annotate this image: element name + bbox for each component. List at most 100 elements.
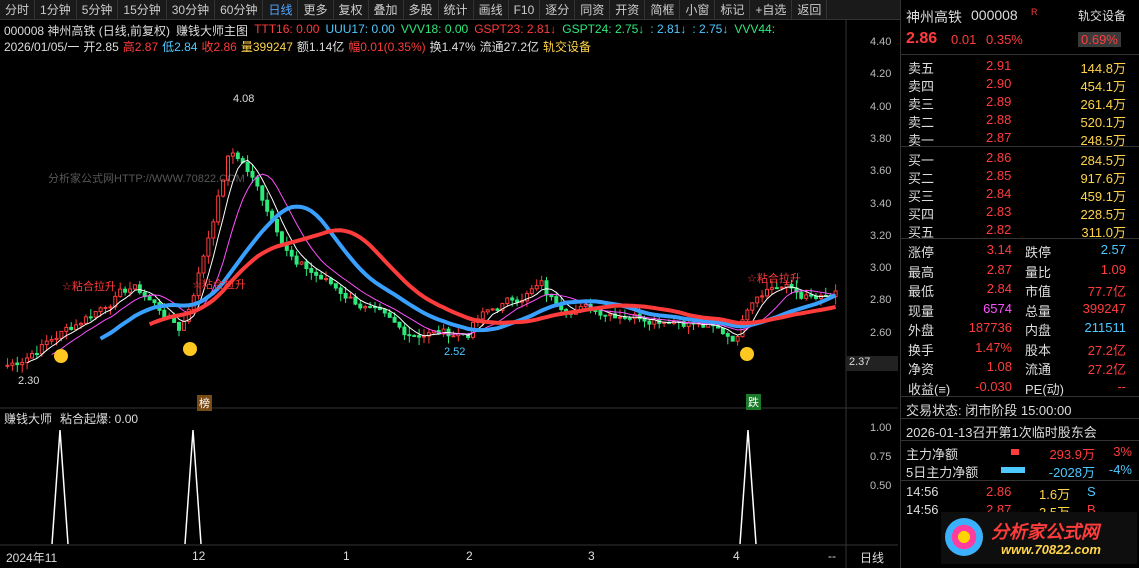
toolbar-item-18[interactable]: 小窗 (680, 0, 716, 20)
flow-value: -2028万 (1048, 465, 1095, 480)
stat-label: 现量 (908, 303, 935, 319)
stat-value: 1.08 (986, 359, 1012, 374)
candle-body (765, 288, 769, 297)
stat-value: 2.84 (986, 281, 1012, 296)
candle-body (74, 324, 79, 330)
stat-label: PE(动) (1025, 381, 1065, 397)
order-price: 2.85 (986, 168, 1012, 183)
toolbar-item-21[interactable]: 返回 (792, 0, 828, 20)
order-row[interactable]: 卖五 2.91 144.8万 (901, 57, 1139, 76)
stat-value: 211511 (1084, 320, 1126, 335)
candle-body (417, 335, 422, 338)
candle-body (608, 313, 613, 317)
order-row[interactable]: 买一 2.86 284.5万 (901, 149, 1139, 168)
candle-body (5, 364, 10, 367)
quote-flag: R (1031, 7, 1038, 17)
stat-label: 总量 (1025, 303, 1052, 319)
candle-body (294, 255, 299, 265)
period-label[interactable]: 日线 (860, 549, 884, 566)
candle-body (358, 303, 363, 309)
candle-body (603, 314, 608, 317)
flow-row: 主力净额 293.9万 3% (901, 443, 1139, 462)
watermark: 分析家公式网HTTP://WWW.70822.COM (48, 173, 245, 185)
kline-chart[interactable] (0, 20, 898, 568)
candle-body (314, 271, 319, 276)
candle-body (720, 327, 725, 335)
candle-body (108, 306, 113, 309)
spike (51, 429, 69, 545)
flow-label: 5日主力净额 (906, 465, 979, 480)
candle-body (59, 330, 64, 339)
candle-body (804, 294, 809, 299)
toolbar-item-7[interactable]: 更多 (298, 0, 334, 20)
stat-label: 跌停 (1025, 245, 1052, 260)
order-row[interactable]: 买五 2.82 311.0万 (901, 221, 1139, 240)
order-row[interactable]: 买三 2.84 459.1万 (901, 185, 1139, 204)
candle-body (769, 287, 774, 290)
toolbar-item-17[interactable]: 简框 (645, 0, 681, 20)
stat-value: 3.14 (986, 242, 1012, 257)
y-tick: 2.80 (870, 294, 892, 307)
toolbar-item-8[interactable]: 复权 (334, 0, 369, 20)
candle-body (20, 362, 25, 366)
toolbar-item-4[interactable]: 30分钟 (167, 0, 216, 20)
order-row[interactable]: 买四 2.83 228.5万 (901, 203, 1139, 222)
toolbar-item-13[interactable]: F10 (509, 0, 541, 20)
candle-body (309, 268, 314, 273)
stat-value: 187736 (968, 320, 1012, 335)
candle-body (539, 280, 544, 287)
toolbar-item-0[interactable]: 分时 (0, 0, 36, 20)
order-row[interactable]: 卖四 2.90 454.1万 (901, 75, 1139, 94)
candle-body (510, 297, 515, 301)
tick-time: 14:56 (906, 502, 939, 517)
low-label: 2.30 (18, 375, 40, 387)
sub-panel-title: 赚钱大师 粘合起爆: 0.00 (4, 410, 138, 427)
sub-y-tick: 0.75 (870, 451, 892, 463)
candle-body (304, 261, 309, 270)
toolbar-item-3[interactable]: 15分钟 (118, 0, 167, 20)
order-row[interactable]: 卖一 2.87 248.5万 (901, 129, 1139, 148)
toolbar-item-1[interactable]: 1分钟 (35, 0, 77, 20)
order-row[interactable]: 买二 2.85 917.6万 (901, 167, 1139, 186)
sector-name[interactable]: 轨交设备 (1078, 7, 1126, 24)
toolbar-item-6[interactable]: 日线 (263, 0, 299, 20)
candle-body (39, 344, 44, 355)
stat-row: 净资 1.08 流通 27.2亿 (901, 358, 1139, 377)
y-tick: 2.60 (870, 326, 892, 339)
candle-body (760, 295, 765, 298)
stat-row: 涨停 3.14 跌停 2.57 (901, 241, 1139, 260)
sub-title: 赚钱大师 (4, 412, 53, 426)
x-tick: 12 (192, 549, 206, 563)
toolbar-item-12[interactable]: 画线 (474, 0, 509, 20)
toolbar-item-14[interactable]: 逐分 (540, 0, 576, 20)
x-tick: 4 (733, 549, 740, 563)
toolbar-item-10[interactable]: 多股 (404, 0, 439, 20)
candle-body (593, 310, 598, 313)
toolbar-item-19[interactable]: 标记 (715, 0, 751, 20)
stat-row: 收益(≡) -0.030 PE(动) -- (901, 378, 1139, 397)
candle-body (750, 302, 755, 311)
order-row[interactable]: 卖二 2.88 520.1万 (901, 111, 1139, 130)
stat-value: 27.2亿 (1087, 342, 1126, 358)
stat-label: 收益(≡) (908, 381, 951, 397)
y-tick: 3.60 (870, 165, 892, 178)
candle-body (328, 278, 333, 285)
candle-body (15, 362, 20, 366)
toolbar-item-11[interactable]: 统计 (439, 0, 474, 20)
toolbar-item-5[interactable]: 60分钟 (215, 0, 264, 20)
toolbar-item-2[interactable]: 5分钟 (77, 0, 119, 20)
meeting-notice[interactable]: 2026-01-13召开第1次临时股东会 (901, 421, 1139, 440)
order-row[interactable]: 卖三 2.89 261.4万 (901, 93, 1139, 112)
candle-body (265, 199, 270, 212)
smile-icon (183, 342, 197, 356)
stat-label: 内盘 (1025, 323, 1052, 338)
quote-code: 000008 (971, 7, 1018, 23)
flow-bar (1001, 467, 1025, 473)
toolbar-item-15[interactable]: 同资 (575, 0, 611, 20)
stat-value: 1.09 (1100, 261, 1126, 277)
stat-value: 1.47% (975, 339, 1012, 355)
toolbar-item-20[interactable]: +自选 (750, 0, 793, 20)
toolbar-item-16[interactable]: 开资 (610, 0, 646, 20)
toolbar-item-9[interactable]: 叠加 (369, 0, 404, 20)
stat-value: -0.030 (975, 378, 1012, 394)
